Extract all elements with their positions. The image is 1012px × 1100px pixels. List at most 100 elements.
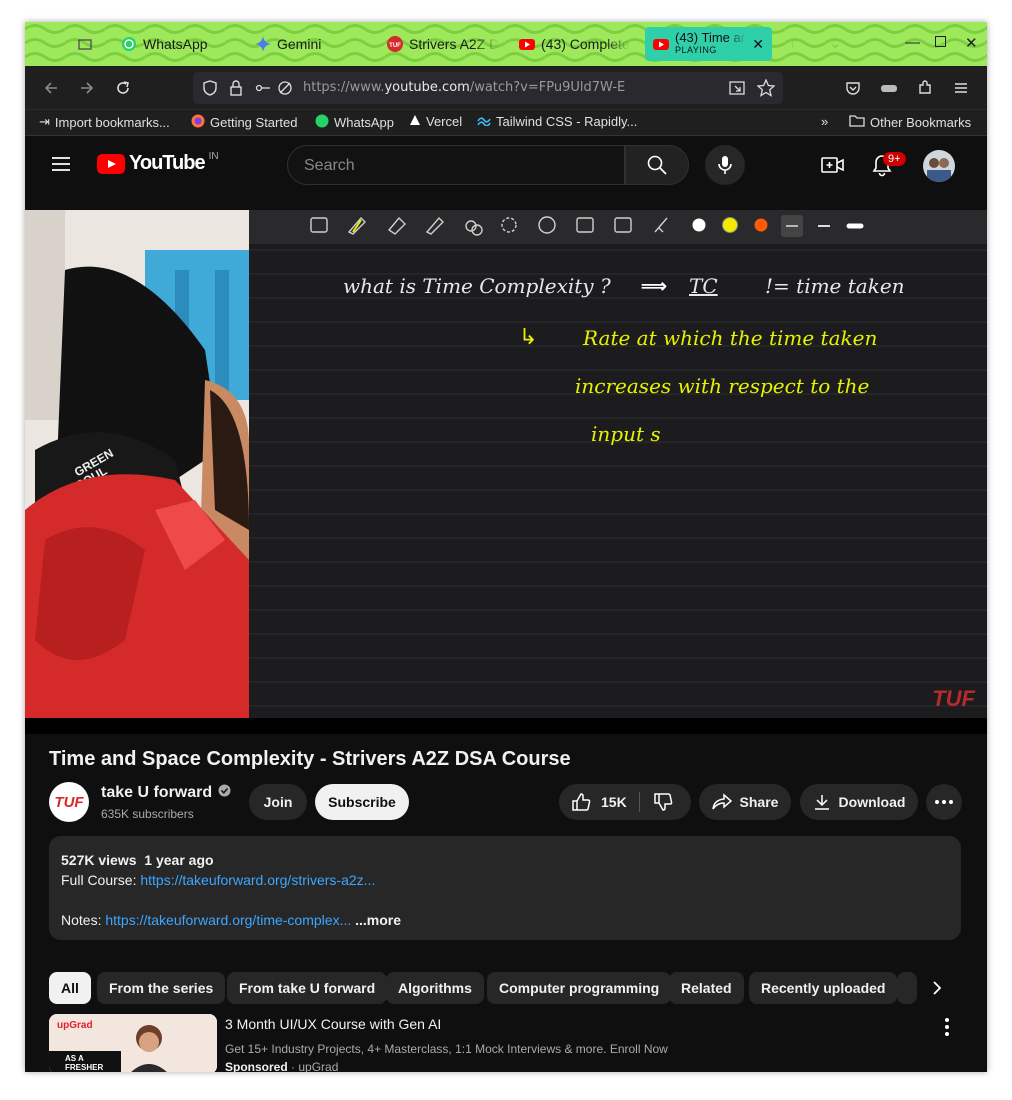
chip-related[interactable]: Related xyxy=(669,972,744,1004)
menu-icon[interactable] xyxy=(951,78,971,98)
chevron-right-icon xyxy=(933,981,942,995)
voice-search-button[interactable] xyxy=(705,145,745,185)
more-vertical-icon[interactable] xyxy=(945,1018,949,1041)
search-input[interactable]: Search xyxy=(287,145,625,185)
url-bar[interactable]: https://www.youtube.com/watch?v=FPu9Uld7… xyxy=(193,72,783,104)
tab-gemini[interactable]: Gemini xyxy=(255,28,375,60)
verified-icon xyxy=(218,784,231,802)
chip-from-channel[interactable]: From take U forward xyxy=(227,972,388,1004)
hamburger-icon[interactable] xyxy=(51,156,71,177)
join-button[interactable]: Join xyxy=(249,784,307,820)
note-tc: TC xyxy=(689,274,718,298)
search-button[interactable] xyxy=(625,145,689,185)
url-text[interactable]: https://www.youtube.com/watch?v=FPu9Uld7… xyxy=(303,80,625,95)
maximize-icon[interactable] xyxy=(935,36,946,47)
pocket-icon[interactable] xyxy=(843,78,863,98)
more-horizontal-icon xyxy=(935,800,953,804)
nav-bar: https://www.youtube.com/watch?v=FPu9Uld7… xyxy=(25,66,987,110)
tab-label: (43) Complete xyxy=(541,36,630,52)
tab-youtube-complete[interactable]: (43) Complete xyxy=(519,28,631,60)
show-more-link[interactable]: ...more xyxy=(355,912,401,928)
bookmark-label: Tailwind CSS - Rapidly... xyxy=(496,114,638,129)
description-course-line: Full Course: https://takeuforward.org/st… xyxy=(61,870,949,890)
svg-text:TUF: TUF xyxy=(389,43,401,49)
note-line-2: Rate at which the time taken xyxy=(583,326,878,350)
url-path: /watch?v=FPu9Uld7W-E xyxy=(469,80,626,95)
notes-link[interactable]: https://takeuforward.org/time-complex... xyxy=(105,912,351,928)
tab-scroll-icon[interactable]: ↑ xyxy=(789,34,797,51)
like-button[interactable]: 15K xyxy=(571,792,627,812)
channel-logo-text: TUF xyxy=(54,793,84,811)
bookmarks-overflow-icon[interactable]: » xyxy=(821,114,828,129)
lock-icon[interactable] xyxy=(229,80,243,101)
video-player[interactable]: GREEN SOUL xyxy=(25,210,987,734)
channel-name-row[interactable]: take U forward xyxy=(101,784,231,802)
tab-list-icon[interactable]: ⌄ xyxy=(829,34,842,52)
thumbnail-caption: AS A FRESHER xyxy=(49,1051,121,1072)
reload-icon[interactable] xyxy=(113,78,133,98)
download-button[interactable]: Download xyxy=(800,784,918,820)
note-line-1: what is Time Complexity ? xyxy=(343,274,611,298)
bookmark-import[interactable]: ⇥ Import bookmarks... xyxy=(39,114,170,130)
bookmark-vercel[interactable]: Vercel xyxy=(409,114,462,129)
subscribe-button[interactable]: Subscribe xyxy=(315,784,409,820)
forward-icon[interactable] xyxy=(77,78,97,98)
minimize-icon[interactable]: — xyxy=(905,34,920,51)
channel-avatar[interactable]: TUF xyxy=(49,782,89,822)
youtube-logo[interactable]: YouTube IN xyxy=(97,151,219,175)
chip-from-series[interactable]: From the series xyxy=(97,972,226,1004)
back-icon[interactable] xyxy=(41,78,61,98)
container-icon[interactable] xyxy=(879,78,899,98)
window-close-icon[interactable]: ✕ xyxy=(965,34,978,52)
tab-strivers[interactable]: TUF Strivers A2Z DS xyxy=(387,28,499,60)
shield-icon[interactable] xyxy=(203,80,217,101)
youtube-favicon xyxy=(519,36,535,52)
firefox-icon xyxy=(191,114,205,131)
autoplay-blocked-icon[interactable] xyxy=(277,80,293,101)
extensions-icon[interactable] xyxy=(915,78,935,98)
chip-computer-programming[interactable]: Computer programming xyxy=(487,972,672,1004)
youtube-logo-text: YouTube xyxy=(129,152,206,174)
description-meta: 527K views 1 year ago xyxy=(61,850,949,870)
picture-in-picture-icon[interactable] xyxy=(729,80,745,101)
bookmark-whatsapp[interactable]: WhatsApp xyxy=(315,114,394,131)
chip-algorithms[interactable]: Algorithms xyxy=(386,972,484,1004)
sponsored-thumbnail[interactable]: upGrad AS A FRESHER xyxy=(49,1014,217,1072)
channel-name: take U forward xyxy=(101,784,213,801)
share-button[interactable]: Share xyxy=(699,784,791,820)
tab-youtube-active[interactable]: (43) Time an PLAYING ✕ xyxy=(645,27,772,61)
bookmark-tailwind[interactable]: Tailwind CSS - Rapidly... xyxy=(477,114,637,129)
sponsored-title[interactable]: 3 Month UI/UX Course with Gen AI xyxy=(225,1016,441,1032)
tab-bar: WhatsApp Gemini TUF Strivers A2Z DS (43)… xyxy=(25,22,987,66)
youtube-favicon xyxy=(653,36,669,52)
bookmark-getting-started[interactable]: Getting Started xyxy=(191,114,297,131)
chips-next-button[interactable] xyxy=(917,968,957,1008)
url-domain: youtube.com xyxy=(384,80,470,95)
region-code: IN xyxy=(208,151,219,162)
like-dislike-group: 15K xyxy=(559,784,691,820)
close-tab-icon[interactable]: ✕ xyxy=(752,36,764,53)
chip-all[interactable]: All xyxy=(49,972,91,1004)
sponsored-label: Sponsored xyxy=(225,1060,288,1072)
dislike-button[interactable] xyxy=(653,792,673,815)
tab-collection-icon[interactable] xyxy=(77,28,101,60)
permissions-icon[interactable] xyxy=(255,80,271,101)
tab-whatsapp[interactable]: WhatsApp xyxy=(121,28,241,60)
tuf-watermark: TUF xyxy=(932,686,975,711)
more-actions-button[interactable] xyxy=(926,784,962,820)
bookmark-label: Getting Started xyxy=(210,115,298,130)
sponsored-description: Get 15+ Industry Projects, 4+ Masterclas… xyxy=(225,1042,668,1056)
bookmark-other[interactable]: Other Bookmarks xyxy=(849,114,971,130)
description-box[interactable]: 527K views 1 year ago Full Course: https… xyxy=(49,836,961,940)
avatar[interactable] xyxy=(923,150,955,182)
note-hook-arrow: ↳ xyxy=(519,324,538,349)
whiteboard-frame: what is Time Complexity ? ⟹ TC != time t… xyxy=(249,210,987,718)
create-video-icon[interactable] xyxy=(821,156,845,179)
bookmark-label: Vercel xyxy=(426,114,463,129)
bookmark-star-icon[interactable] xyxy=(756,78,776,102)
chip-recently-uploaded[interactable]: Recently uploaded xyxy=(749,972,898,1004)
upload-age: 1 year ago xyxy=(144,852,214,868)
join-label: Join xyxy=(263,794,293,810)
share-icon xyxy=(711,793,732,810)
course-link[interactable]: https://takeuforward.org/strivers-a2z... xyxy=(140,872,375,888)
